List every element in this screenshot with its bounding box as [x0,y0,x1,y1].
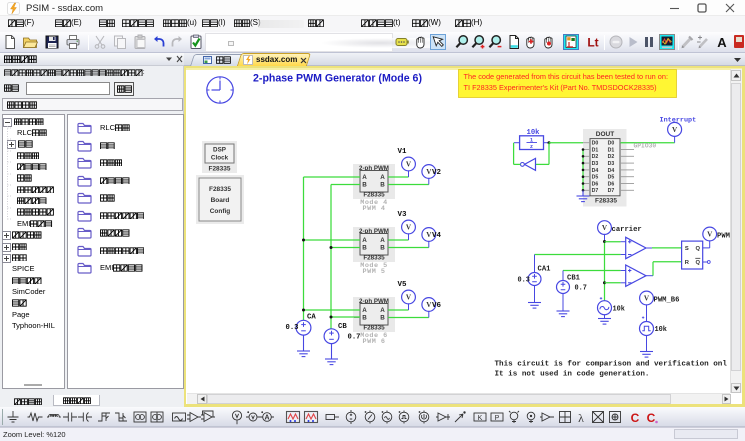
svg-text:D0: D0 [592,141,599,147]
svg-text:D0: D0 [608,141,615,147]
svg-text:F28335: F28335 [363,255,385,262]
svg-text:Board: Board [211,197,230,204]
svg-text:C: C [631,411,640,425]
svg-text:V1: V1 [398,148,408,156]
svg-text:0.3: 0.3 [518,277,530,285]
svg-text:D2: D2 [592,154,599,160]
svg-text:0.3: 0.3 [286,324,299,332]
svg-text:A: A [264,415,269,422]
svg-text:B: B [380,182,385,189]
svg-text:A: A [362,307,367,314]
svg-text:CB1: CB1 [567,275,581,283]
svg-text:K: K [478,415,483,422]
svg-text:GPIO30: GPIO30 [634,142,657,149]
svg-text:CA1: CA1 [538,266,552,274]
svg-text:V: V [672,126,678,134]
svg-text:Q: Q [696,246,701,252]
svg-text:D7: D7 [592,188,599,194]
svg-text:PWM: PWM [717,233,730,241]
svg-text:Config: Config [210,208,231,215]
svg-text:V4: V4 [432,232,442,240]
svg-text:V6: V6 [432,302,442,310]
svg-text:V: V [406,294,412,302]
svg-text:B: B [380,315,385,322]
svg-text:V5: V5 [398,281,408,289]
svg-text:PWM 5: PWM 5 [363,268,386,276]
svg-text:0.7: 0.7 [575,285,587,293]
svg-text:A: A [380,174,385,181]
svg-text:0.7: 0.7 [348,333,361,341]
svg-text:V3: V3 [398,211,408,219]
svg-text:S: S [685,246,689,252]
svg-text:1: 1 [530,137,533,143]
svg-text:Clock: Clock [211,155,229,162]
svg-text:TI F28335 Experimenter's Kit (: TI F28335 Experimenter's Kit (Part No. T… [464,83,657,92]
svg-text:Lt: Lt [587,36,598,50]
svg-text:D1: D1 [608,147,615,153]
svg-text:The code generated from this c: The code generated from this circuit has… [464,72,669,81]
svg-text:Q: Q [696,260,701,266]
svg-text:PWM 6: PWM 6 [363,338,386,346]
svg-text:DSP: DSP [213,147,226,154]
svg-text:It is not used in code generat: It is not used in code generation. [495,371,650,379]
svg-text:F28335: F28335 [595,198,617,205]
svg-text:P: P [495,415,500,422]
svg-text:carrier: carrier [612,226,642,234]
svg-text:D6: D6 [608,181,615,187]
svg-text:V: V [406,224,412,232]
svg-text:λ: λ [578,411,584,425]
svg-text:10k: 10k [655,326,667,334]
svg-text:PWM_B6: PWM_B6 [654,297,680,305]
svg-text:D1: D1 [592,147,599,153]
svg-text:D3: D3 [608,161,615,167]
svg-text:D5: D5 [608,175,615,181]
svg-text:B: B [380,245,385,252]
svg-text:CA: CA [307,314,316,322]
svg-text:B: B [362,182,367,189]
svg-text:V: V [707,231,713,239]
svg-text:A: A [717,35,727,50]
svg-text:F28335: F28335 [209,186,231,193]
svg-text:10k: 10k [613,306,625,314]
svg-text:F28335: F28335 [363,192,385,199]
svg-text:D3: D3 [592,161,599,167]
svg-text:B: B [362,245,367,252]
svg-text:V: V [602,224,608,232]
svg-text:D7: D7 [608,188,615,194]
svg-text:D4: D4 [608,168,615,174]
svg-text:DOUT: DOUT [596,131,614,138]
svg-text:C: C [647,411,656,425]
svg-text:A: A [380,307,385,314]
svg-text:F28335: F28335 [208,166,230,173]
svg-text:V: V [406,161,412,169]
svg-text:F28335: F28335 [363,325,385,332]
svg-text:z: z [530,144,533,150]
svg-text:V2: V2 [432,169,442,177]
svg-text:A: A [362,237,367,244]
svg-text:D4: D4 [592,168,599,174]
svg-text:D2: D2 [608,154,615,160]
svg-text:V: V [644,295,650,303]
svg-text:A: A [362,174,367,181]
svg-text:B: B [362,315,367,322]
svg-text:This circuit is for comparison: This circuit is for comparison and verif… [495,361,728,369]
svg-text:PWM 4: PWM 4 [363,205,386,213]
svg-text:CB: CB [338,323,347,331]
svg-text:D6: D6 [592,181,599,187]
svg-text:2-phase PWM Generator (Mode 6): 2-phase PWM Generator (Mode 6) [253,73,422,85]
svg-text:A: A [380,237,385,244]
svg-text:D5: D5 [592,175,599,181]
